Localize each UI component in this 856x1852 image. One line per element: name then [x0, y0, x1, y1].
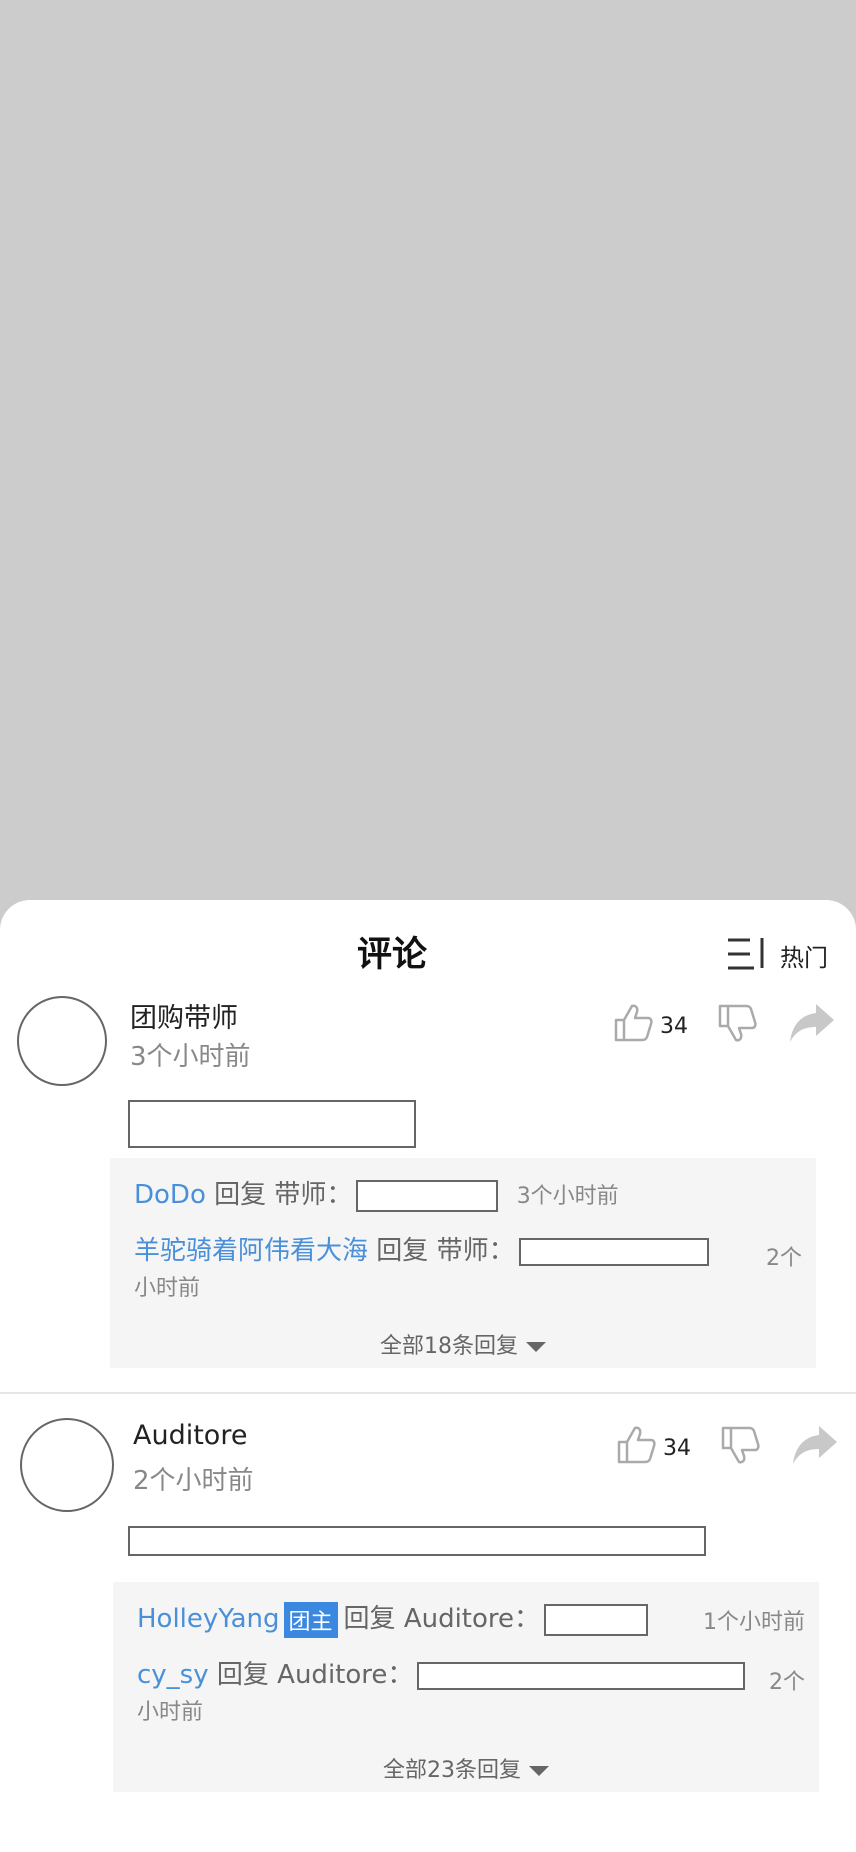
- reply-time: 3个小时前: [516, 1184, 619, 1209]
- reply-user[interactable]: 羊驼骑着阿伟看大海: [134, 1236, 368, 1266]
- reply-item: 羊驼骑着阿伟看大海 回复 带师：: [134, 1230, 709, 1267]
- reply-content: [544, 1603, 649, 1636]
- thumbs-down-icon[interactable]: [716, 1002, 758, 1044]
- reply-action: 回复: [376, 1236, 429, 1266]
- caret-down-icon: [526, 1342, 546, 1352]
- reply-content: [356, 1179, 499, 1212]
- reply-content: [417, 1661, 746, 1690]
- reply-time: 小时前: [137, 1700, 204, 1725]
- expand-replies-label: 全部18条回复: [380, 1334, 518, 1359]
- reply-time: 小时前: [134, 1276, 201, 1301]
- reply-target: 带师：: [274, 1180, 353, 1210]
- caret-down-icon: [529, 1766, 549, 1776]
- reply-user[interactable]: cy_sy: [137, 1660, 209, 1690]
- reply-target: 带师：: [436, 1236, 515, 1266]
- reply-item: HolleyYang 团主 回复 Auditore：: [137, 1598, 649, 1638]
- reply-list: HolleyYang 团主 回复 Auditore： 1个小时前 cy_sy 回复 …: [113, 1582, 819, 1792]
- comment-item: 团购带师 3个小时前 34 DoDo 回复 带师： 3个小时前 羊驼骑着阿伟看大…: [0, 996, 856, 1416]
- divider: [0, 1392, 856, 1394]
- comment-author[interactable]: 团购带师: [130, 996, 238, 1035]
- reply-target: Auditore：: [403, 1604, 541, 1634]
- reply-item: cy_sy 回复 Auditore：: [137, 1654, 746, 1691]
- comment-sheet: 评论 热门 团购带师 3个小时前 34 DoDo 回复 带师： 3个小时前 羊驼…: [0, 900, 856, 1852]
- comment-content: [128, 1100, 416, 1148]
- expand-replies-button[interactable]: 全部18条回复: [110, 1328, 816, 1360]
- thumbs-up-icon[interactable]: [612, 1002, 654, 1044]
- owner-badge: 团主: [283, 1601, 338, 1638]
- reply-time: 1个小时前: [703, 1610, 805, 1635]
- reply-target: Auditore：: [277, 1660, 414, 1690]
- reply-user[interactable]: HolleyYang: [137, 1604, 280, 1634]
- share-icon[interactable]: [788, 1002, 836, 1044]
- like-count: 34: [660, 1014, 688, 1039]
- sort-label: 热门: [780, 944, 828, 972]
- expand-replies-label: 全部23条回复: [383, 1758, 521, 1783]
- reply-action: 回复: [216, 1660, 269, 1690]
- reply-action: 回复: [214, 1180, 267, 1210]
- like-count: 34: [663, 1436, 691, 1461]
- comment-author[interactable]: Auditore: [133, 1420, 247, 1451]
- thumbs-up-icon[interactable]: [615, 1424, 657, 1466]
- avatar[interactable]: [17, 996, 107, 1086]
- comment-content: [128, 1526, 706, 1556]
- comment-time: 3个小时前: [130, 1042, 251, 1072]
- comment-time: 2个小时前: [133, 1466, 254, 1496]
- comment-item: Auditore 2个小时前 34 HolleyYang 团主 回复 Auditor…: [0, 1418, 856, 1838]
- reply-list: DoDo 回复 带师： 3个小时前 羊驼骑着阿伟看大海 回复 带师： 2个 小时…: [110, 1158, 816, 1368]
- reply-content: [518, 1237, 709, 1266]
- reply-action: 回复: [343, 1604, 396, 1634]
- sort-icon: [728, 938, 764, 970]
- reply-time: 2个: [769, 1670, 805, 1695]
- reply-time: 2个: [766, 1246, 802, 1271]
- avatar[interactable]: [20, 1418, 114, 1512]
- sheet-title: 评论: [356, 935, 427, 975]
- expand-replies-button[interactable]: 全部23条回复: [113, 1752, 819, 1784]
- reply-item: DoDo 回复 带师： 3个小时前: [134, 1174, 619, 1212]
- share-icon[interactable]: [791, 1424, 839, 1466]
- thumbs-down-icon[interactable]: [719, 1424, 761, 1466]
- reply-user[interactable]: DoDo: [134, 1180, 206, 1210]
